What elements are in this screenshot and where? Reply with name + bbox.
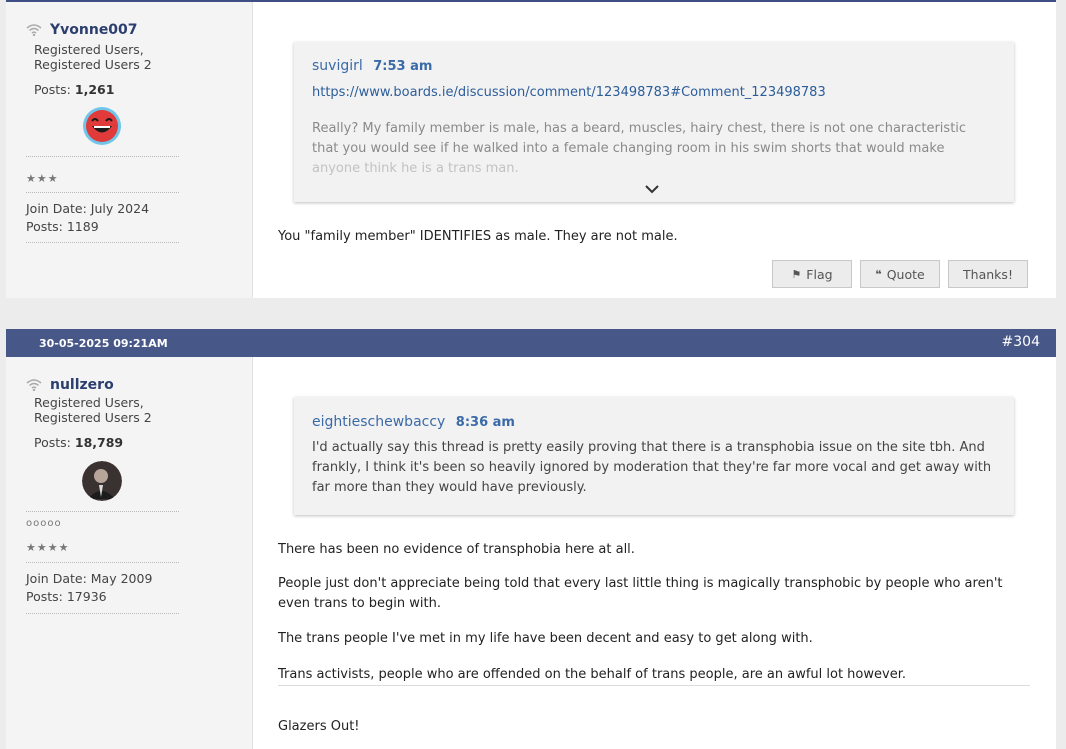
quote-link[interactable]: https://www.boards.ie/discussion/comment… — [312, 85, 826, 100]
post-header-bar: 30-05-2025 09:21AM #304 — [6, 329, 1056, 357]
post-paragraph: The trans people I've met in my life hav… — [278, 631, 813, 646]
quote-time[interactable]: 8:36 am — [456, 415, 515, 430]
signature-divider — [278, 685, 1030, 686]
author-meta: Join Date: May 2009 Posts: 17936 — [26, 570, 152, 606]
divider — [26, 156, 179, 157]
author-role: Registered Users, Registered Users 2 — [34, 42, 152, 72]
post-body: You "family member" IDENTIFIES as male. … — [278, 229, 678, 244]
online-status-icon — [26, 379, 42, 391]
divider — [26, 511, 179, 512]
quote-line-1: Really? My family member is male, has a … — [312, 121, 967, 136]
flag-button[interactable]: ⚑ Flag — [772, 260, 852, 288]
join-date: Join Date: July 2024 — [26, 201, 150, 216]
quote-author[interactable]: eightieschewbaccy — [312, 414, 445, 430]
quote-author[interactable]: suvigirl — [312, 58, 363, 74]
author-role: Registered Users, Registered Users 2 — [34, 395, 152, 425]
posts-total: Posts: 1189 — [26, 219, 99, 234]
post-paragraph: Trans activists, people who are offended… — [278, 667, 906, 682]
quote-line-3: anyone think he is a trans man. — [312, 161, 519, 176]
quote-block: suvigirl 7:53 am https://www.boards.ie/d… — [294, 42, 1014, 202]
author-row: nullzero — [26, 377, 114, 393]
online-status-icon — [26, 24, 42, 36]
divider — [26, 192, 179, 193]
quote-header: suvigirl 7:53 am — [312, 58, 432, 74]
quote-header: eightieschewbaccy 8:36 am — [312, 414, 515, 430]
flag-icon: ⚑ — [791, 267, 802, 281]
avatar[interactable] — [82, 461, 122, 501]
role-line-1: Registered Users, — [34, 395, 144, 410]
quote-text: Really? My family member is male, has a … — [312, 119, 1002, 179]
post-number[interactable]: #304 — [1002, 334, 1040, 350]
divider — [26, 562, 179, 563]
rank-stars: ★★★★ — [26, 541, 70, 554]
quote-time[interactable]: 7:53 am — [373, 59, 432, 74]
posts-count-value: 18,789 — [74, 435, 124, 450]
post-2: 30-05-2025 09:21AM #304 nullzero Registe… — [6, 329, 1056, 749]
post-paragraph: There has been no evidence of transphobi… — [278, 542, 635, 557]
thanks-button[interactable]: Thanks! — [948, 260, 1028, 288]
badges: ooooo — [26, 518, 62, 529]
quote-button[interactable]: ❝ Quote — [860, 260, 940, 288]
author-username[interactable]: Yvonne007 — [50, 22, 138, 38]
posts-total: Posts: 17936 — [26, 589, 107, 604]
quote-text: I'd actually say this thread is pretty e… — [312, 440, 992, 495]
quote-block: eightieschewbaccy 8:36 am I'd actually s… — [294, 397, 1014, 515]
role-line-2: Registered Users 2 — [34, 410, 152, 425]
thanks-label: Thanks! — [963, 266, 1013, 282]
divider — [26, 242, 179, 243]
rank-stars: ★★★ — [26, 172, 59, 185]
author-username[interactable]: nullzero — [50, 377, 114, 393]
flag-label: Flag — [806, 266, 833, 282]
post-1: Yvonne007 Registered Users, Registered U… — [6, 0, 1056, 298]
author-sidebar: Yvonne007 Registered Users, Registered U… — [6, 2, 253, 298]
author-post-count: Posts: 1,261 — [34, 82, 114, 97]
smiley-face-icon[interactable] — [82, 106, 122, 146]
author-meta: Join Date: July 2024 Posts: 1189 — [26, 200, 149, 236]
role-line-1: Registered Users, — [34, 42, 144, 57]
signature: Glazers Out! — [278, 719, 360, 734]
quote-label: Quote — [886, 266, 925, 282]
author-sidebar: nullzero Registered Users, Registered Us… — [6, 357, 253, 749]
post-date: 30-05-2025 09:21AM — [39, 337, 168, 350]
join-date: Join Date: May 2009 — [26, 571, 153, 586]
posts-label: Posts: — [34, 82, 71, 97]
quote-icon: ❝ — [875, 267, 882, 281]
quote-line-2: that you would see if he walked into a f… — [312, 141, 945, 156]
author-row: Yvonne007 — [26, 22, 138, 38]
role-line-2: Registered Users 2 — [34, 57, 152, 72]
posts-count-value: 1,261 — [74, 82, 115, 97]
divider — [26, 613, 179, 614]
author-post-count: Posts: 18,789 — [34, 435, 123, 450]
chevron-down-icon[interactable] — [644, 184, 660, 194]
posts-label: Posts: — [34, 435, 71, 450]
post-paragraph: People just don't appreciate being told … — [278, 576, 1003, 611]
